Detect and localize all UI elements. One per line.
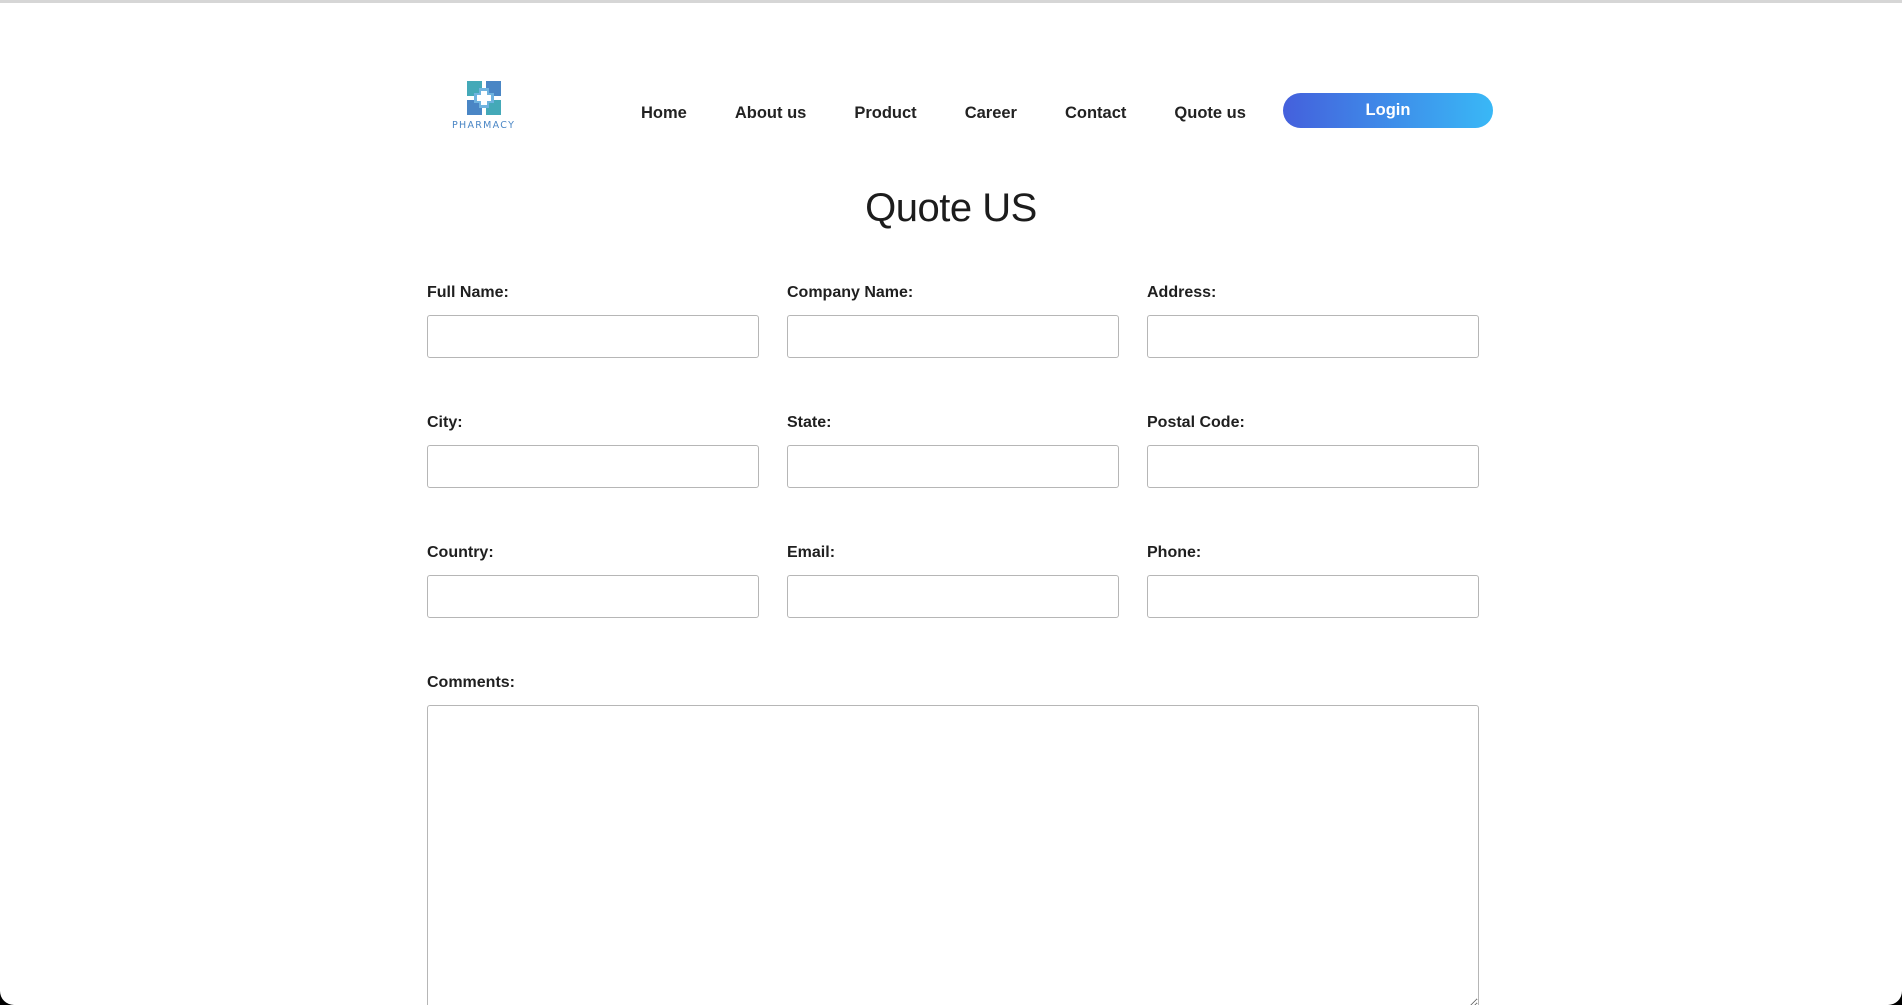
- form-row-2: City: State: Postal Code:: [427, 413, 1479, 493]
- city-label: City:: [427, 414, 463, 431]
- phone-input[interactable]: [1147, 575, 1479, 618]
- browser-viewport: PHARMACY Home About us Product Career Co…: [0, 0, 1902, 1005]
- form-row-3: Country: Email: Phone:: [427, 543, 1479, 623]
- postal-code-label: Postal Code:: [1147, 414, 1245, 431]
- address-label: Address:: [1147, 284, 1217, 301]
- full-name-input[interactable]: [427, 315, 759, 358]
- nav-quote-us[interactable]: Quote us: [1174, 104, 1246, 123]
- country-label: Country:: [427, 544, 494, 561]
- city-input[interactable]: [427, 445, 759, 488]
- state-input[interactable]: [787, 445, 1119, 488]
- login-button[interactable]: Login: [1283, 93, 1493, 128]
- full-name-label: Full Name:: [427, 284, 509, 301]
- nav-about-us[interactable]: About us: [735, 104, 807, 123]
- pharmacy-logo[interactable]: PHARMACY: [452, 79, 514, 135]
- postal-code-field: Postal Code:: [1147, 413, 1479, 488]
- address-input[interactable]: [1147, 315, 1479, 358]
- phone-label: Phone:: [1147, 544, 1202, 561]
- company-name-label: Company Name:: [787, 284, 914, 301]
- postal-code-input[interactable]: [1147, 445, 1479, 488]
- form-row-1: Full Name: Company Name: Address:: [427, 283, 1479, 363]
- city-field: City:: [427, 413, 759, 488]
- email-label: Email:: [787, 544, 836, 561]
- nav-contact[interactable]: Contact: [1065, 104, 1126, 123]
- main-nav: Home About us Product Career Contact Quo…: [641, 99, 1246, 127]
- country-field: Country:: [427, 543, 759, 618]
- pharmacy-cross-icon: [467, 81, 501, 115]
- email-field: Email:: [787, 543, 1119, 618]
- address-field: Address:: [1147, 283, 1479, 358]
- nav-home[interactable]: Home: [641, 104, 687, 123]
- company-name-input[interactable]: [787, 315, 1119, 358]
- comments-label: Comments:: [427, 674, 516, 691]
- logo-text: PHARMACY: [452, 120, 516, 131]
- nav-career[interactable]: Career: [965, 104, 1017, 123]
- state-label: State:: [787, 414, 832, 431]
- comments-textarea[interactable]: [427, 705, 1479, 1005]
- state-field: State:: [787, 413, 1119, 488]
- country-input[interactable]: [427, 575, 759, 618]
- comments-field: Comments:: [427, 673, 1479, 1005]
- full-name-field: Full Name:: [427, 283, 759, 358]
- site-header: PHARMACY Home About us Product Career Co…: [428, 79, 1494, 139]
- company-name-field: Company Name:: [787, 283, 1119, 358]
- nav-product[interactable]: Product: [854, 104, 916, 123]
- email-input[interactable]: [787, 575, 1119, 618]
- page-title: Quote US: [865, 186, 1037, 230]
- phone-field: Phone:: [1147, 543, 1479, 618]
